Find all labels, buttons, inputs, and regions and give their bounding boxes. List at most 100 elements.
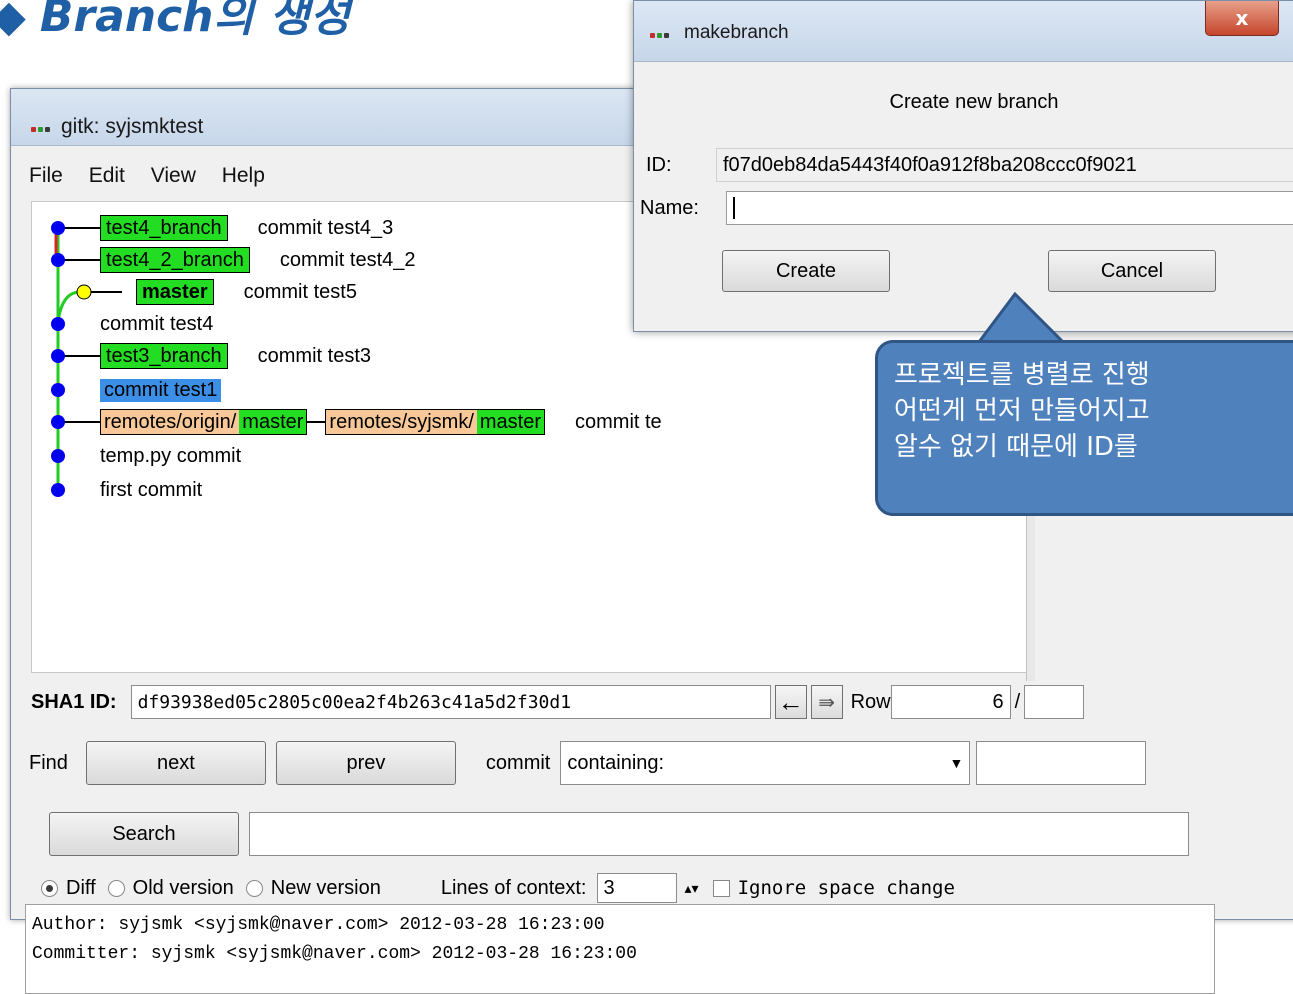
commit-message: commit test4 [100, 312, 214, 335]
commit-message: commit test4_2 [279, 248, 416, 271]
commit-message: commit te [575, 410, 662, 433]
ignore-space-checkbox[interactable] [712, 879, 730, 897]
callout-line: 알수 없기 때문에 ID를 [894, 432, 1138, 462]
remote-branch: master [239, 410, 307, 434]
lines-of-context-label: Lines of context: [440, 876, 587, 899]
create-button[interactable]: Create [722, 250, 890, 292]
find-input[interactable] [976, 741, 1147, 785]
remote-branch: master [476, 410, 544, 434]
search-input[interactable] [249, 812, 1189, 856]
remote-branch-tag[interactable]: remotes/syjsmk/master [325, 409, 545, 435]
commit-row[interactable]: test3_branch commit test3 [100, 342, 371, 370]
new-version-label: New version [270, 876, 381, 899]
commit-row[interactable]: commit test4 [100, 310, 213, 338]
commit-node [51, 415, 65, 429]
commit-type-label: commit [485, 751, 551, 774]
commit-message: commit test1 [100, 378, 222, 402]
row-field: 6 [890, 685, 1011, 719]
commit-message: commit test5 [243, 280, 357, 303]
gitk-window-title: gitk: syjsmktest [61, 115, 204, 138]
makebranch-dialog: makebranch x Create new branch ID: f07d0… [633, 0, 1293, 332]
name-label: Name: [640, 196, 699, 219]
find-label: Find [29, 751, 68, 774]
commit-row[interactable]: master commit test5 [136, 278, 357, 306]
commit-node [51, 383, 65, 397]
id-row: ID: f07d0eb84da5443f40f0a912f8ba208ccc0f… [646, 148, 1293, 182]
branch-tag[interactable]: test4_branch [100, 215, 228, 241]
callout-line: 프로젝트를 병렬로 진행 [894, 360, 1150, 390]
branch-tag-current[interactable]: master [136, 279, 214, 305]
commit-row[interactable]: remotes/origin/master remotes/syjsmk/mas… [100, 408, 662, 436]
commit-node [51, 317, 65, 331]
sha1-label: SHA1 ID: [31, 690, 117, 713]
search-button[interactable]: Search [49, 812, 239, 856]
menu-file[interactable]: File [29, 164, 63, 187]
slide-title-text: Branch의 생성 [39, 0, 351, 42]
menu-edit[interactable]: Edit [89, 164, 125, 187]
commit-row-selected[interactable]: commit test1 [100, 376, 222, 404]
commit-node [51, 221, 65, 235]
name-field[interactable] [726, 191, 1293, 225]
tk-app-icon [650, 28, 672, 40]
commit-details-pane[interactable]: Author: syjsmk <syjsmk@naver.com> 2012-0… [25, 904, 1215, 994]
remote-branch-tag[interactable]: remotes/origin/master [100, 409, 308, 435]
branch-tag[interactable]: test3_branch [100, 343, 228, 369]
commit-node [51, 483, 65, 497]
commit-node [51, 449, 65, 463]
diff-radio[interactable] [41, 879, 58, 897]
slide-title: ◆ Branch의 생성 [0, 0, 350, 44]
find-type-value: containing: [567, 751, 665, 774]
remote-prefix: remotes/syjsmk/ [326, 410, 477, 434]
row-total-field [1024, 685, 1085, 719]
commit-row[interactable]: temp.py commit [100, 442, 241, 470]
callout-box: 프로젝트를 병렬로 진행 어떤게 먼저 만들어지고 알수 없기 때문에 ID를 [875, 340, 1293, 516]
remote-prefix: remotes/origin/ [101, 410, 240, 434]
text-cursor [733, 197, 735, 219]
spinner-icon[interactable]: ▴▾ [685, 880, 699, 897]
tag-connector [307, 421, 326, 423]
id-label: ID: [646, 153, 672, 176]
branch-tag[interactable]: test4_2_branch [100, 247, 250, 273]
chevron-down-icon: ▼ [949, 755, 964, 771]
commit-message: temp.py commit [100, 444, 242, 467]
commit-node [51, 253, 65, 267]
row-separator: / [1014, 690, 1021, 713]
id-field[interactable]: f07d0eb84da5443f40f0a912f8ba208ccc0f9021 [716, 148, 1293, 182]
old-version-label: Old version [132, 876, 234, 899]
cancel-button[interactable]: Cancel [1048, 250, 1216, 292]
callout-line: 어떤게 먼저 만들어지고 [894, 396, 1150, 426]
sha1-field[interactable]: df93938ed05c2805c00ea2f4b263c41a5d2f30d1 [130, 685, 771, 719]
diff-label: Diff [66, 876, 96, 899]
find-type-select[interactable]: containing: ▼ [560, 741, 971, 785]
tk-app-icon [31, 122, 53, 134]
next-button[interactable]: next [85, 741, 266, 785]
commit-node-head [76, 284, 92, 300]
find-row: Find next prev commit containing: ▼ [29, 739, 1147, 787]
back-arrow-icon[interactable]: ← [774, 685, 807, 719]
commit-message: commit test3 [257, 344, 371, 367]
prev-button[interactable]: prev [275, 741, 456, 785]
diamond-bullet-icon: ◆ [0, 0, 26, 42]
sha1-row: SHA1 ID: df93938ed05c2805c00ea2f4b263c41… [31, 682, 1085, 722]
forward-arrow-icon[interactable]: ⇛ [810, 685, 843, 719]
search-row: Search [49, 810, 1189, 858]
commit-row[interactable]: test4_branch commit test4_3 [100, 214, 393, 242]
old-version-radio[interactable] [107, 879, 125, 897]
commit-message: first commit [100, 478, 203, 501]
dialog-title: makebranch [684, 22, 789, 43]
dialog-heading: Create new branch [889, 91, 1059, 113]
row-label: Row [850, 690, 891, 713]
dialog-titlebar[interactable]: makebranch x [634, 1, 1293, 62]
menu-view[interactable]: View [151, 164, 196, 187]
diff-options-row: Diff Old version New version Lines of co… [41, 872, 955, 904]
menu-bar: File Edit View Help [29, 164, 285, 188]
name-row: Name: [640, 191, 1293, 225]
ignore-space-label: Ignore space change [737, 877, 955, 899]
commit-row[interactable]: test4_2_branch commit test4_2 [100, 246, 416, 274]
author-line: Author: syjsmk <syjsmk@naver.com> 2012-0… [32, 915, 605, 935]
commit-row[interactable]: first commit [100, 476, 202, 504]
close-button[interactable]: x [1205, 1, 1279, 36]
menu-help[interactable]: Help [222, 164, 265, 187]
new-version-radio[interactable] [245, 879, 263, 897]
commit-message: commit test4_3 [257, 216, 394, 239]
